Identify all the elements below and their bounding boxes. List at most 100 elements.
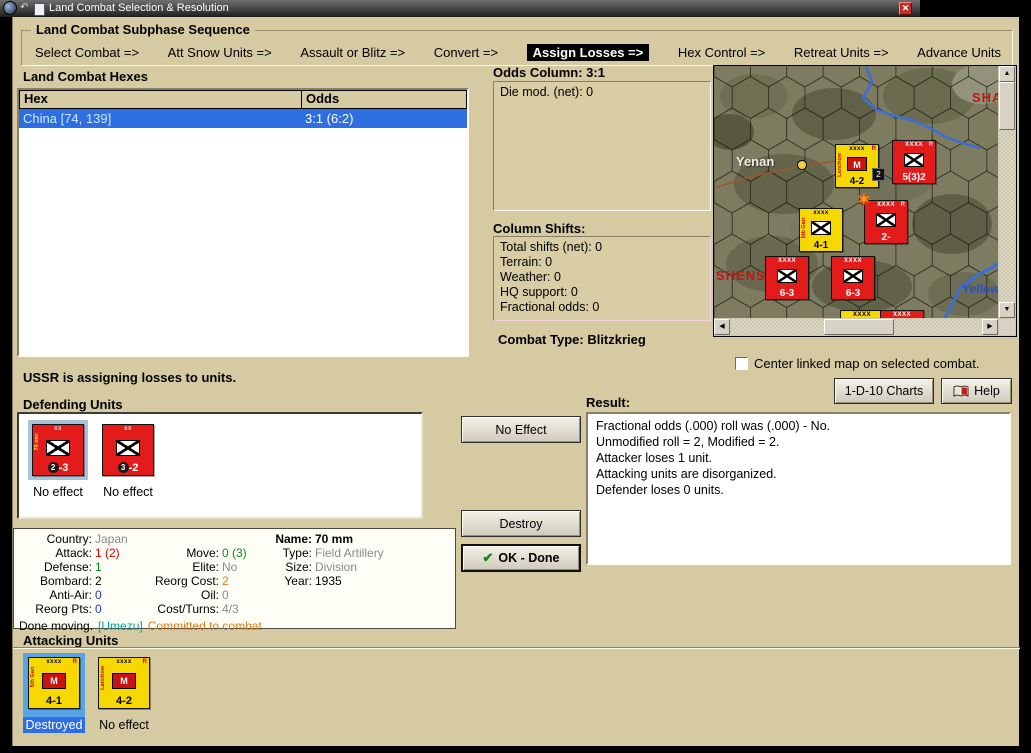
- help-button-label: Help: [974, 384, 1000, 398]
- detail-label: Defense:: [43, 560, 92, 574]
- disorganized-marker: 3: [117, 462, 129, 473]
- no-effect-button[interactable]: No Effect: [461, 416, 581, 443]
- book-icon: [953, 385, 969, 397]
- status-segment: [Umezu]: [98, 619, 143, 633]
- hex-table-row[interactable]: China [74, 139] 3:1 (6:2): [19, 109, 467, 128]
- sequence-step: Convert =>: [433, 45, 499, 60]
- column-shifts-title: Column Shifts:: [493, 221, 586, 236]
- window-title: Land Combat Selection & Resolution: [49, 2, 229, 14]
- unit-slot[interactable]: xx 3 -2 No effect: [97, 420, 159, 500]
- militia-symbol: M: [42, 673, 66, 689]
- hex-table: Hex Odds China [74, 139] 3:1 (6:2): [17, 88, 469, 357]
- militia-symbol: M: [112, 673, 136, 689]
- scroll-down-button[interactable]: ▼: [999, 302, 1015, 318]
- reserve-marker: R: [900, 202, 905, 208]
- charts-button-label: 1-D-10 Charts: [844, 384, 924, 398]
- unit-size-label: XXXX: [777, 258, 796, 264]
- charts-button[interactable]: 1-D-10 Charts: [834, 378, 934, 404]
- no-effect-label: No Effect: [495, 422, 547, 437]
- detail-value: 0: [222, 588, 229, 602]
- map-vertical-scrollbar[interactable]: ▲ ▼: [999, 66, 1015, 318]
- odds-cell: 3:1 (6:2): [305, 111, 354, 126]
- unit-counter[interactable]: XXXX R 5(3)2: [892, 140, 936, 184]
- detail-label: Year:: [284, 574, 312, 588]
- detail-label: Name:: [275, 532, 312, 546]
- detail-value: 0: [95, 602, 102, 616]
- check-icon: ✔: [482, 550, 494, 565]
- unit-factors: 4-1: [46, 695, 62, 707]
- detail-label: Anti-Air:: [49, 588, 92, 602]
- infantry-symbol: [777, 269, 797, 284]
- help-button[interactable]: Help: [941, 378, 1012, 404]
- vertical-scroll-thumb[interactable]: [999, 82, 1015, 130]
- center-map-checkbox[interactable]: [735, 357, 748, 370]
- shift-line: Total shifts (net): 0: [500, 240, 603, 254]
- unit-factors: 4-2: [116, 695, 132, 707]
- scroll-right-button[interactable]: ▶: [982, 319, 998, 335]
- unit-slot[interactable]: xxxx R Lanchow M 4-2 No effect: [93, 653, 155, 733]
- shift-line: Weather: 0: [500, 270, 561, 284]
- unit-counter[interactable]: XXXX 6-3: [765, 256, 809, 300]
- shift-line: Fractional odds: 0: [500, 300, 600, 314]
- unit-name-label: 5th Garr: [801, 217, 807, 239]
- unit-counter[interactable]: xxxx R Lanchow M 4-2 2: [835, 144, 885, 188]
- unit-counter[interactable]: xxxx R 5th Garr M 4-1: [28, 657, 80, 709]
- scroll-left-button[interactable]: ◀: [714, 319, 730, 335]
- unit-result-label: Destroyed: [23, 717, 85, 733]
- detail-label: Type:: [282, 546, 312, 560]
- detail-value: No: [222, 560, 238, 574]
- defending-units-title: Defending Units: [23, 397, 123, 412]
- result-line: Defender loses 0 units.: [596, 483, 724, 497]
- unit-counter[interactable]: xx 3 -2: [102, 424, 154, 476]
- destroy-button[interactable]: Destroy: [461, 510, 581, 537]
- ok-done-button[interactable]: ✔ OK - Done: [461, 544, 581, 572]
- map-viewport[interactable]: Yenan SHA SHENSI Yellow xxxx R Lanchow M 4-2 2 XX…: [714, 66, 998, 318]
- map-horizontal-scrollbar[interactable]: ◀ ▶: [714, 319, 998, 335]
- detail-value: 2: [222, 574, 229, 588]
- stack-marker: 2: [872, 168, 885, 181]
- unit-counter[interactable]: XXXX 6-3: [831, 256, 875, 300]
- detail-value: 2: [95, 574, 102, 588]
- die-mod-text: Die mod. (net): 0: [500, 85, 594, 99]
- unit-result-label: No effect: [33, 485, 83, 499]
- sequence-step: Att Snow Units =>: [167, 45, 272, 60]
- infantry-symbol: [811, 221, 831, 236]
- sequence-step: Assault or Blitz =>: [300, 45, 406, 60]
- unit-size-label: xxxx: [46, 659, 62, 665]
- detail-label: Elite:: [192, 560, 219, 574]
- horizontal-scroll-thumb[interactable]: [824, 319, 894, 335]
- sequence-step: Select Combat =>: [35, 45, 140, 60]
- detail-label: Reorg Cost:: [154, 574, 219, 588]
- unit-name-label: 5th Garr: [30, 666, 36, 688]
- unit-counter[interactable]: XXXX R 2- ✶: [856, 190, 908, 244]
- hex-column-header: Hex: [20, 91, 302, 108]
- unit-name-label: Lanchow: [100, 666, 106, 690]
- detail-label: Size:: [285, 560, 312, 574]
- close-button[interactable]: ✕: [899, 2, 912, 15]
- unit-factors: 2 -3: [33, 462, 83, 475]
- unit-counter[interactable]: xxxx R Lanchow M 4-2: [98, 657, 150, 709]
- unit-size-label: XXXX: [892, 312, 911, 318]
- detail-value: [312, 588, 455, 602]
- odds-column-title: Odds Column: 3:1: [493, 65, 605, 80]
- explosion-icon: ✶: [856, 190, 872, 211]
- result-title: Result:: [586, 395, 631, 410]
- status-segment: Done moving.: [19, 619, 94, 633]
- unit-factors: 5(3)2: [902, 172, 926, 183]
- unit-slot[interactable]: xxxx R 5th Garr M 4-1 Destroyed: [23, 653, 85, 733]
- center-map-label: Center linked map on selected combat.: [754, 356, 980, 371]
- sequence-step: Hex Control =>: [677, 45, 766, 60]
- scroll-up-button[interactable]: ▲: [999, 66, 1015, 82]
- reserve-marker: R: [142, 659, 147, 665]
- unit-slot[interactable]: xx 70 mm 2 -3 No effect: [27, 420, 89, 500]
- unit-counter[interactable]: xx 70 mm 2 -3: [32, 424, 84, 476]
- subphase-title: Land Combat Subphase Sequence: [31, 22, 255, 37]
- unit-size-label: xx: [54, 426, 62, 432]
- status-segment: Committed to combat: [147, 619, 262, 633]
- map-units: xxxx R Lanchow M 4-2 2 XXXX R 5(3)2 xxxx 5th Garr 4…: [714, 66, 998, 318]
- unit-counter[interactable]: xxxx 5th Garr 4-1: [799, 208, 843, 252]
- unit-counter[interactable]: XXXX: [880, 310, 924, 318]
- unit-counter[interactable]: XXXX: [840, 310, 884, 318]
- detail-value: 4/3: [222, 602, 239, 616]
- combat-type-label: Combat Type: Blitzkrieg: [498, 332, 646, 347]
